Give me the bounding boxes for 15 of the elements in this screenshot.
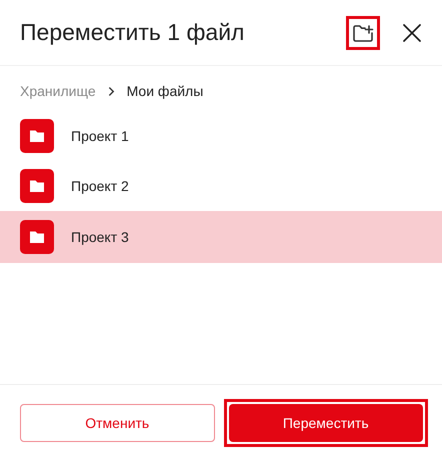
move-button[interactable]: Переместить [228, 404, 423, 442]
folder-name: Проект 1 [71, 128, 129, 144]
folder-icon [20, 119, 54, 153]
folder-name: Проект 3 [71, 229, 129, 245]
breadcrumb-item[interactable]: Мои файлы [126, 83, 204, 99]
close-icon[interactable] [402, 22, 422, 42]
cancel-button[interactable]: Отменить [20, 404, 214, 442]
folder-row[interactable]: Проект 1 [0, 111, 442, 161]
chevron-icon [108, 86, 115, 96]
folder-icon [20, 220, 54, 254]
folder-row[interactable]: Проект 2 [0, 161, 442, 211]
folder-icon [20, 169, 54, 203]
folder-row[interactable]: Проект 3 [0, 211, 442, 263]
dialog-title: Переместить 1 файл [20, 19, 246, 46]
folder-name: Проект 2 [71, 178, 129, 194]
